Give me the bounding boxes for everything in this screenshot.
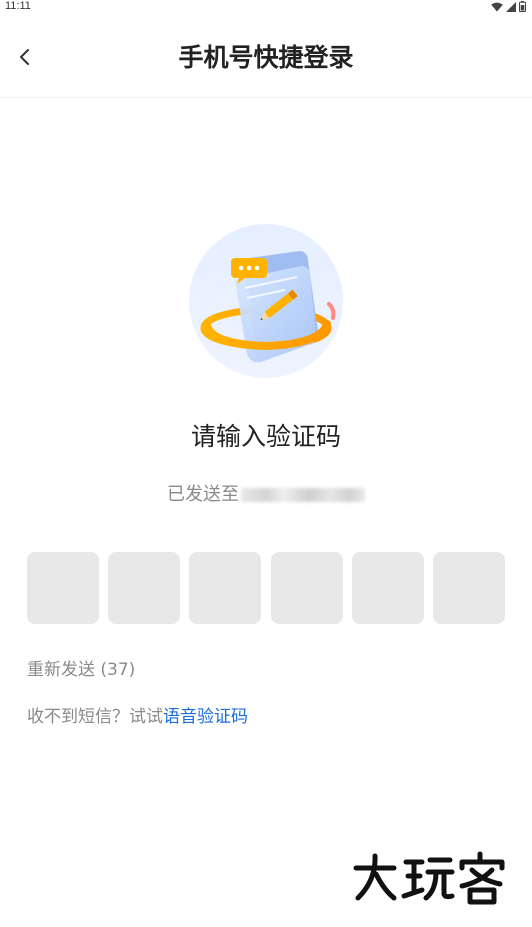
masked-phone-number bbox=[241, 488, 365, 502]
help-row: 收不到短信？试试语音验证码 bbox=[27, 705, 248, 729]
code-digit-box[interactable] bbox=[27, 552, 99, 624]
resend-countdown[interactable]: 重新发送 (37) bbox=[27, 658, 135, 682]
sms-illustration bbox=[189, 224, 343, 378]
code-digit-box[interactable] bbox=[189, 552, 262, 624]
signal-icon bbox=[506, 1, 516, 12]
status-bar: 11:11 bbox=[0, 0, 532, 14]
battery-icon bbox=[519, 1, 526, 12]
watermark-glyphs bbox=[353, 851, 505, 905]
page-heading: 请输入验证码 bbox=[190, 422, 341, 451]
page-title: 手机号快捷登录 bbox=[178, 43, 354, 72]
code-digit-box[interactable] bbox=[108, 552, 181, 624]
voice-code-link[interactable]: 语音验证码 bbox=[163, 707, 248, 727]
help-text: 收不到短信？试试 bbox=[27, 707, 163, 727]
wifi-icon bbox=[491, 2, 503, 11]
status-icons bbox=[491, 1, 526, 12]
verification-code-input bbox=[27, 552, 505, 624]
watermark-logo bbox=[350, 850, 515, 906]
notepad-pen-illustration bbox=[189, 224, 343, 378]
code-digit-box[interactable] bbox=[432, 552, 505, 624]
header: 手机号快捷登录 bbox=[0, 14, 532, 98]
sent-to-label: 已发送至 bbox=[167, 484, 239, 505]
code-digit-box[interactable] bbox=[270, 552, 343, 624]
status-time: 11:11 bbox=[5, 0, 31, 12]
sent-to-row: 已发送至 bbox=[0, 483, 532, 507]
code-digit-box[interactable] bbox=[351, 552, 424, 624]
